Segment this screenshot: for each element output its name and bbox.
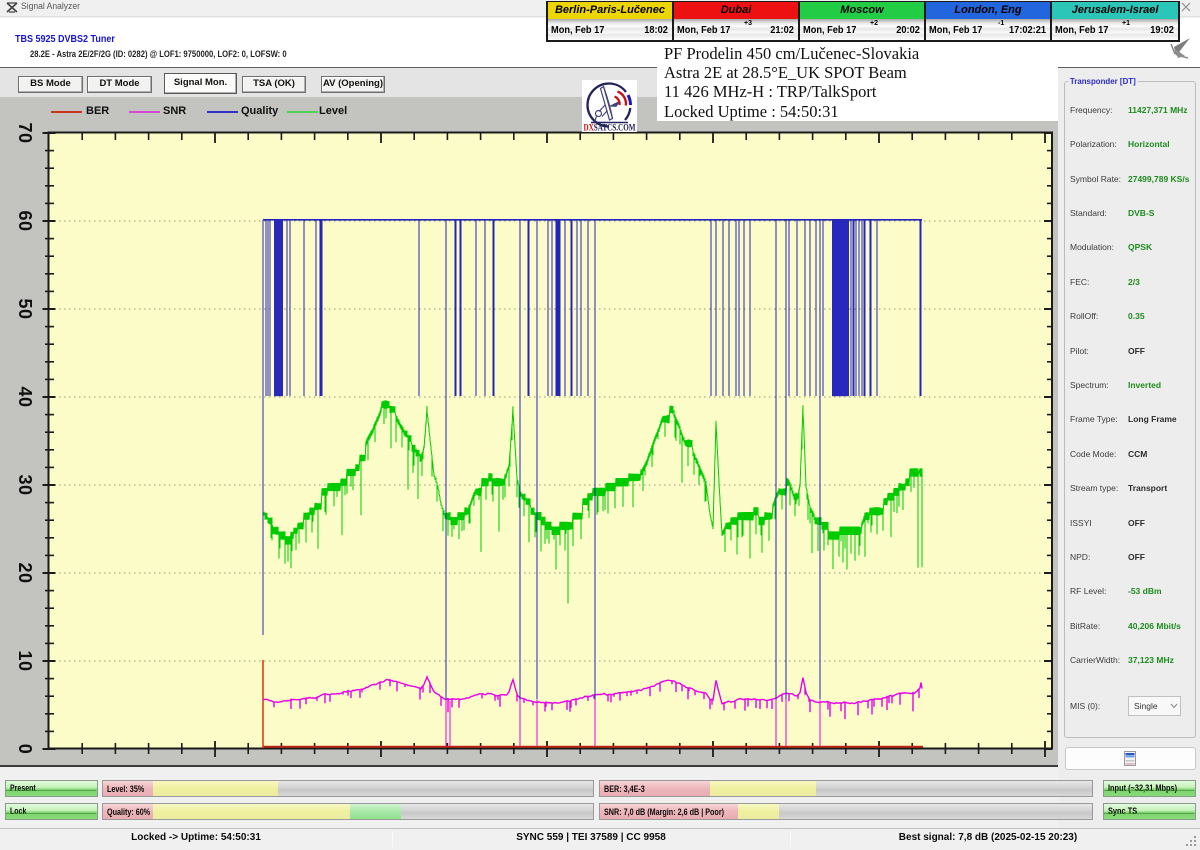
svg-text:60: 60 (15, 210, 35, 231)
svg-text:50: 50 (15, 298, 35, 319)
svg-text:DXSATCS.COM: DXSATCS.COM (584, 123, 636, 133)
svg-text:10: 10 (15, 650, 35, 671)
svg-text:20: 20 (15, 562, 35, 583)
svg-text:30: 30 (15, 474, 35, 495)
svg-text:0: 0 (15, 744, 35, 755)
svg-text:70: 70 (15, 122, 35, 143)
svg-text:40: 40 (15, 386, 35, 407)
